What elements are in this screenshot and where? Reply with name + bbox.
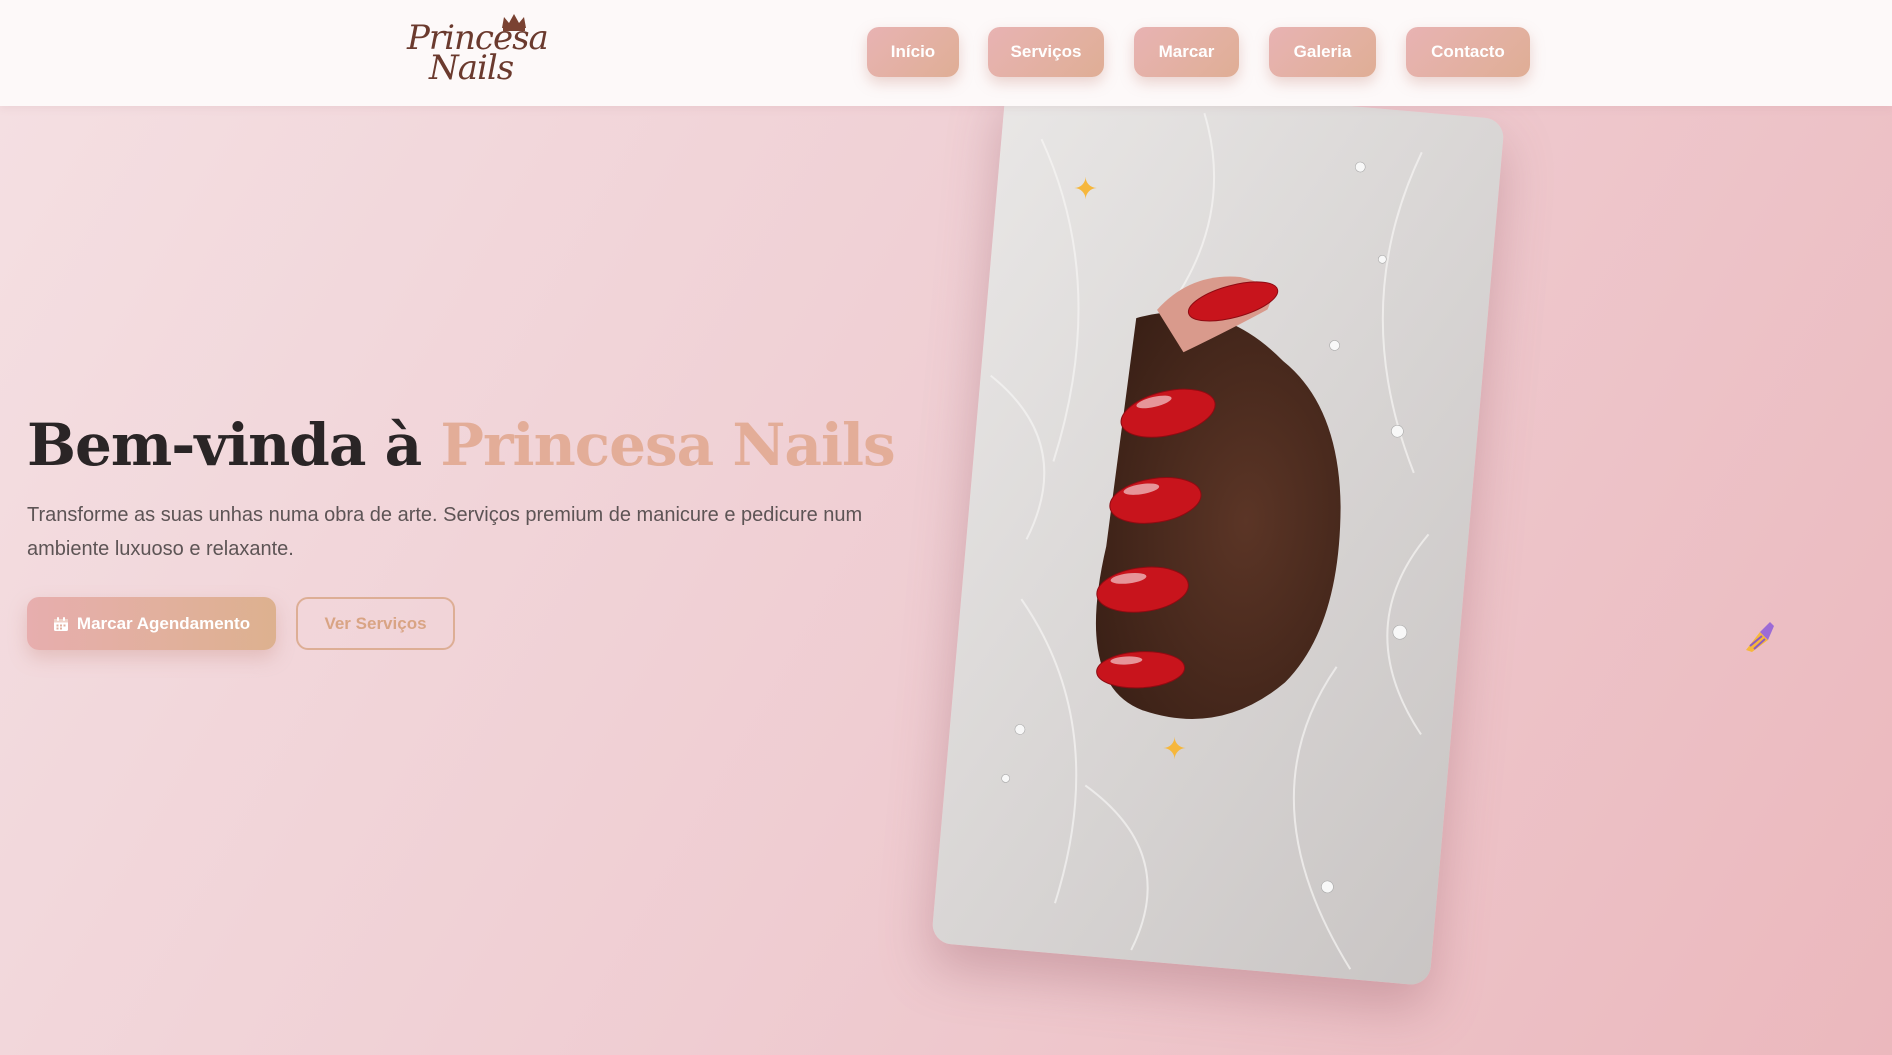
sparkle-icon: ✦ [1073,173,1099,206]
hero-title-prefix: Bem-vinda à [27,411,441,479]
nav-galeria[interactable]: Galeria [1269,27,1376,77]
hero-title: Bem-vinda à Princesa Nails [27,411,896,479]
logo-text-nails: Nails [429,48,514,88]
hero-nail-photo [931,106,1505,987]
brand-logo[interactable]: Princesa Nails [405,12,549,88]
book-appointment-button[interactable]: Marcar Agendamento [27,597,276,650]
nail-polish-brush-icon [1746,622,1774,652]
nav-contacto[interactable]: Contacto [1406,27,1530,77]
nav-marcar[interactable]: Marcar [1134,27,1239,77]
calendar-icon [53,616,68,631]
nav-inicio[interactable]: Início [867,27,959,77]
nav-servicos[interactable]: Serviços [988,27,1104,77]
book-appointment-label: Marcar Agendamento [76,613,251,633]
hero-subtitle: Transforme as suas unhas numa obra de ar… [27,504,863,560]
nail-photo-illustration [931,106,1505,987]
site-header: Princesa Nails Início Serviços Marcar Ga… [0,0,1892,106]
view-services-button[interactable]: Ver Serviços [296,597,455,650]
hero-title-accent: Princesa Nails [440,411,895,479]
hero-section: Bem-vinda à Princesa Nails Transforme as… [0,106,1892,1055]
sparkle-icon: ✦ [1162,733,1188,766]
